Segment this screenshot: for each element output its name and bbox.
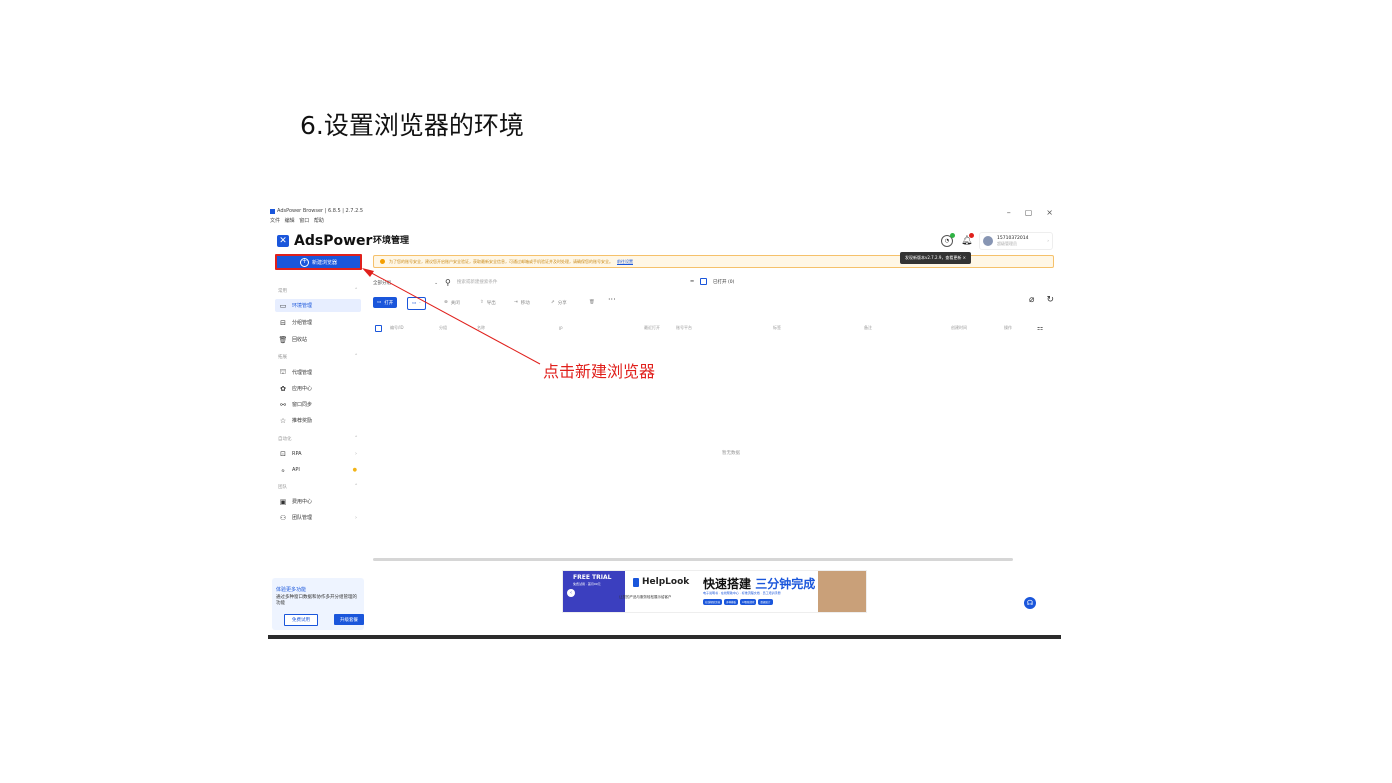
annotation-text: 点击新建浏览器 [543, 362, 656, 381]
annotation-arrow [362, 268, 541, 365]
annotation-arrow-head [362, 268, 374, 277]
annotation-arrow-line [365, 269, 541, 365]
